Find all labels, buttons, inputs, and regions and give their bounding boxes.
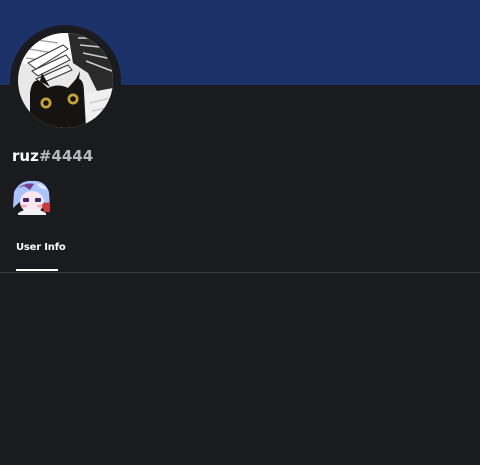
profile-body [0, 85, 480, 465]
username-discriminator: #4444 [38, 147, 94, 165]
avatar[interactable] [18, 33, 113, 128]
username: ruz#4444 [12, 147, 93, 165]
badge-icon[interactable] [12, 178, 51, 215]
avatar-image [18, 33, 113, 128]
tab-divider [0, 272, 480, 273]
username-name: ruz [12, 147, 39, 165]
tab-active-indicator [16, 269, 58, 271]
tab-user-info[interactable]: User Info [16, 242, 66, 272]
anime-character-badge-icon [12, 178, 51, 215]
